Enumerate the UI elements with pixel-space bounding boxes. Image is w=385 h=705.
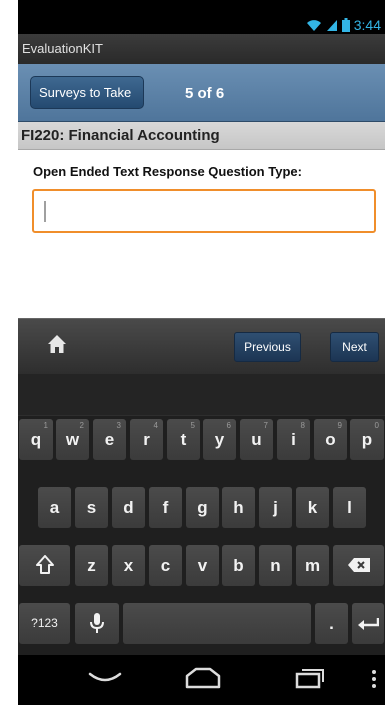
backspace-key[interactable] [333, 545, 384, 586]
microphone-key[interactable] [75, 603, 119, 644]
question-label: Open Ended Text Response Question Type: [33, 164, 302, 179]
shift-icon [35, 555, 54, 574]
key-x[interactable]: x [112, 545, 145, 586]
key-b[interactable]: b [222, 545, 255, 586]
key-c[interactable]: c [149, 545, 182, 586]
key-label: q [30, 430, 42, 449]
key-m[interactable]: m [296, 545, 329, 586]
system-navigation-bar [18, 655, 385, 705]
key-n[interactable]: n [259, 545, 292, 586]
enter-icon [358, 618, 380, 630]
key-number-hint: 7 [263, 421, 268, 430]
survey-content: FI220: Financial Accounting Open Ended T… [18, 122, 385, 318]
battery-icon [341, 18, 350, 32]
recent-apps-icon[interactable] [295, 667, 325, 689]
text-response-input[interactable] [32, 189, 376, 233]
key-r[interactable]: r4 [130, 419, 163, 460]
key-p[interactable]: p0 [350, 419, 384, 460]
key-label: p [361, 430, 373, 449]
key-label: u [251, 430, 262, 449]
key-l[interactable]: l [333, 487, 366, 528]
period-key[interactable]: . [315, 603, 348, 644]
key-w[interactable]: w2 [56, 419, 89, 460]
key-q[interactable]: q1 [19, 419, 53, 460]
key-z[interactable]: z [75, 545, 108, 586]
key-a[interactable]: a [38, 487, 71, 528]
key-d[interactable]: d [112, 487, 145, 528]
key-number-hint: 1 [43, 421, 48, 430]
key-t[interactable]: t5 [167, 419, 200, 460]
home-icon[interactable] [47, 334, 67, 354]
previous-button[interactable]: Previous [234, 332, 301, 362]
back-button-label: Surveys to Take [39, 85, 132, 100]
key-j[interactable]: j [259, 487, 292, 528]
microphone-icon [90, 613, 104, 633]
status-time: 3:44 [353, 17, 381, 33]
key-label: o [325, 430, 336, 449]
symbols-key[interactable]: ?123 [19, 603, 70, 644]
back-icon[interactable] [88, 671, 122, 685]
key-i[interactable]: i8 [277, 419, 310, 460]
key-g[interactable]: g [186, 487, 219, 528]
key-number-hint: 9 [337, 421, 342, 430]
key-k[interactable]: k [296, 487, 329, 528]
key-label: w [65, 430, 80, 449]
key-number-hint: 4 [153, 421, 158, 430]
menu-icon[interactable] [371, 669, 377, 689]
key-label: r [143, 430, 150, 449]
text-caret [44, 201, 46, 222]
surveys-to-take-button[interactable]: Surveys to Take [30, 76, 144, 109]
home-icon[interactable] [184, 667, 222, 689]
key-label: e [104, 430, 115, 449]
shift-key[interactable] [19, 545, 70, 586]
course-title: FI220: Financial Accounting [18, 122, 385, 150]
space-key[interactable] [123, 603, 311, 644]
form-toolbar: Previous Next [18, 318, 385, 374]
status-icons: 3:44 [306, 17, 381, 33]
signal-icon [326, 19, 337, 31]
key-v[interactable]: v [186, 545, 219, 586]
key-e[interactable]: e3 [93, 419, 126, 460]
key-label: i [291, 430, 296, 449]
backspace-icon [347, 558, 370, 572]
phone-screen: 3:44 EvaluationKIT Surveys to Take 5 of … [18, 0, 385, 705]
key-number-hint: 8 [300, 421, 305, 430]
key-label: t [180, 430, 187, 449]
wifi-icon [306, 19, 321, 31]
page-counter: 5 of 6 [185, 85, 225, 102]
key-f[interactable]: f [149, 487, 182, 528]
key-number-hint: 5 [190, 421, 195, 430]
key-number-hint: 2 [79, 421, 84, 430]
key-u[interactable]: u7 [240, 419, 273, 460]
key-s[interactable]: s [75, 487, 108, 528]
key-h[interactable]: h [222, 487, 255, 528]
next-button[interactable]: Next [330, 332, 379, 362]
key-y[interactable]: y6 [203, 419, 236, 460]
nav-bar: Surveys to Take 5 of 6 [18, 64, 385, 122]
enter-key[interactable] [352, 603, 384, 644]
keyboard-suggestion-strip[interactable] [18, 374, 385, 416]
key-number-hint: 3 [116, 421, 121, 430]
key-number-hint: 0 [374, 421, 379, 430]
app-title: EvaluationKIT [18, 34, 385, 64]
key-label: y [214, 430, 225, 449]
status-bar: 3:44 [18, 0, 385, 34]
key-number-hint: 6 [226, 421, 231, 430]
key-o[interactable]: o9 [314, 419, 347, 460]
soft-keyboard: q1 w2 e3 r4 t5 y6 u7 i8 o9 p0 a s d f g … [18, 374, 385, 655]
